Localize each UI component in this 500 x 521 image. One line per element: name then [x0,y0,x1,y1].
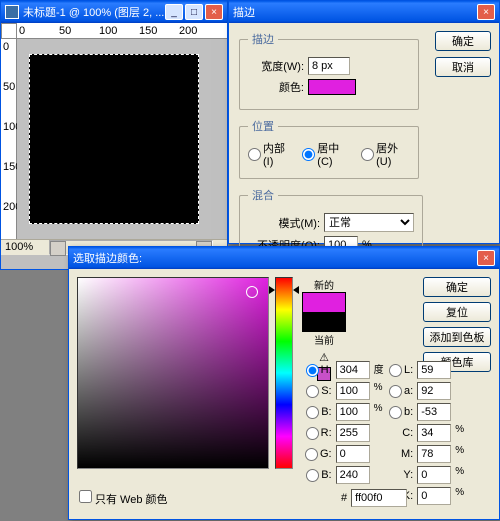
lab-b-radio[interactable] [389,406,402,419]
current-label: 当前 [314,332,334,347]
picker-ok-button[interactable]: 确定 [423,277,491,297]
color-label: 颜色: [248,79,304,95]
pos-outside-radio[interactable]: 居外(U) [361,140,410,168]
new-color [303,293,345,312]
mode-label: 模式(M): [248,215,320,231]
a-radio[interactable] [389,385,402,398]
c-input[interactable] [417,424,451,442]
web-only-checkbox[interactable]: 只有 Web 颜色 [79,490,168,507]
ruler-vertical: 0 50 100 150 200 [1,39,17,239]
minimize-button[interactable]: _ [165,4,183,20]
document-title: 未标题-1 @ 100% (图层 2, ... [23,4,165,20]
l-radio[interactable] [389,364,402,377]
ruler-horizontal: 0 50 100 150 200 [17,23,227,39]
picker-title: 选取描边颜色: [73,250,142,266]
pos-center-radio[interactable]: 居中(C) [302,140,351,168]
width-label: 宽度(W): [248,58,304,74]
document-titlebar[interactable]: 未标题-1 @ 100% (图层 2, ... _ □ × [1,1,227,23]
stroke-section-legend: 描边 [248,31,278,47]
hue-slider[interactable] [275,277,293,469]
blue-input[interactable] [336,466,370,484]
b-radio[interactable] [306,406,319,419]
r-radio[interactable] [306,427,319,440]
mode-select[interactable]: 正常 [324,213,414,232]
k-input[interactable] [417,487,451,505]
s-radio[interactable] [306,385,319,398]
blend-legend: 混合 [248,187,278,203]
m-input[interactable] [417,445,451,463]
current-color [303,312,345,331]
add-swatch-button[interactable]: 添加到色板 [423,327,491,347]
maximize-button[interactable]: □ [185,4,203,20]
color-swatch[interactable] [308,79,356,95]
g-radio[interactable] [305,448,318,461]
bright-input[interactable] [336,403,370,421]
close-icon[interactable]: × [477,4,495,20]
g-input[interactable] [336,445,370,463]
lab-b-input[interactable] [417,403,451,421]
picker-titlebar[interactable]: 选取描边颜色: × [69,247,499,269]
stroke-dialog-title: 描边 [233,4,255,20]
width-input[interactable] [308,57,350,75]
stroke-dialog-titlebar[interactable]: 描边 × [229,1,499,23]
canvas-selection[interactable] [29,54,199,224]
canvas-area[interactable] [17,39,211,239]
color-preview [302,292,346,332]
ok-button[interactable]: 确定 [435,31,491,51]
position-legend: 位置 [248,118,278,134]
hex-label: # [341,492,347,504]
pos-inside-radio[interactable]: 内部(I) [248,140,292,168]
ps-icon [5,5,19,19]
picker-reset-button[interactable]: 复位 [423,302,491,322]
l-input[interactable] [417,361,451,379]
close-button[interactable]: × [205,4,223,20]
h-input[interactable] [336,361,370,379]
cancel-button[interactable]: 取消 [435,57,491,77]
close-icon[interactable]: × [477,250,495,266]
document-window: 未标题-1 @ 100% (图层 2, ... _ □ × 0 50 100 1… [0,0,228,270]
s-input[interactable] [336,382,370,400]
stroke-dialog: 描边 × 确定 取消 描边 宽度(W): 颜色: 位置 内部(I) 居中(C) … [228,0,500,244]
a-input[interactable] [417,382,451,400]
new-label: 新的 [314,277,334,292]
color-picker-dialog: 选取描边颜色: × 新的 当前 ⚠ 确定 复位 添加到色板 颜色库 H:度 S:… [68,246,500,520]
blue-radio[interactable] [306,469,319,482]
color-field[interactable] [77,277,269,469]
y-input[interactable] [417,466,451,484]
zoom-level[interactable]: 100% [5,241,33,253]
r-input[interactable] [336,424,370,442]
hex-input[interactable] [351,489,407,507]
h-radio[interactable] [306,364,319,377]
ruler-corner [1,23,17,39]
